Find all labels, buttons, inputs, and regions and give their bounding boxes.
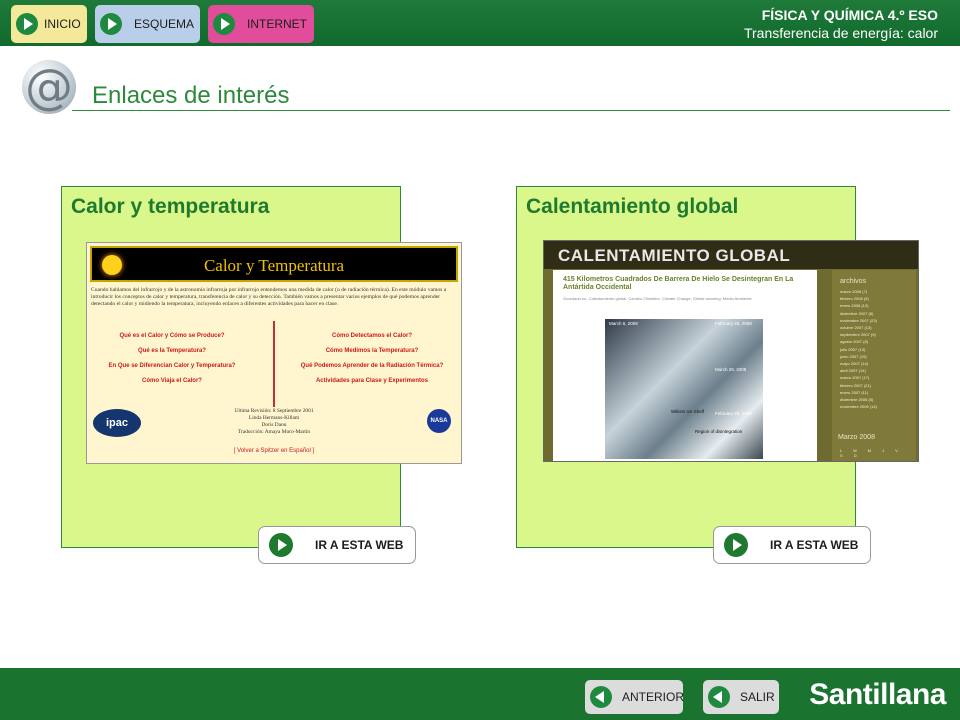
credit-line: Doris Daou — [261, 422, 287, 428]
image-label: Wilkins Ice Shelf — [671, 409, 705, 414]
back-arrow-icon — [708, 686, 730, 708]
archive-item: noviembre 2006 (14) — [840, 404, 877, 410]
archive-item: octubre 2007 (13) — [840, 325, 872, 331]
archive-item: junio 2007 (19) — [840, 353, 867, 359]
go-to-web-label: IR A ESTA WEB — [770, 538, 859, 552]
at-sign-icon: @ — [22, 59, 76, 115]
image-label: March 6, 2008 — [609, 321, 638, 326]
archive-item: mayo 2007 (14) — [840, 361, 869, 367]
preview-link: Actividades para Clase y Experimentos — [315, 378, 429, 384]
image-label: February 29, 2008 — [715, 411, 752, 416]
archive-item: enero 2008 (10) — [840, 303, 869, 309]
internet-label: INTERNET — [247, 17, 307, 31]
go-to-web-button[interactable]: IR A ESTA WEB — [258, 526, 416, 564]
preview-intro: Cuando hablamos del infrarrojo y de la a… — [91, 287, 447, 307]
preview-back-link: [ Volver a Spitzer en Español ] — [233, 448, 315, 454]
image-label: March 29, 2008 — [715, 367, 747, 372]
credit-line: Linda Hermans-Killam — [248, 415, 300, 421]
archive-item: diciembre 2006 (5) — [840, 397, 874, 403]
website-preview-calentamiento: CALENTAMIENTO GLOBAL 415 Kilometros Cuad… — [543, 240, 919, 462]
play-arrow-icon — [100, 13, 122, 35]
preview-header: Calor y Temperatura — [90, 246, 458, 282]
back-arrow-icon — [590, 686, 612, 708]
archive-title: archivos — [840, 278, 867, 285]
archive-item: julio 2007 (13) — [840, 346, 866, 352]
calendar-days: L M M J V S D — [840, 448, 903, 458]
archive-item: febrero 2008 (9) — [840, 296, 869, 302]
thermometer-icon — [273, 321, 275, 407]
archive-item: enero 2007 (11) — [840, 389, 869, 395]
play-arrow-icon — [724, 533, 748, 557]
esquema-label: ESQUEMA — [134, 17, 195, 31]
archive-item: diciembre 2007 (8) — [840, 310, 874, 316]
preview-post-title: 415 Kilometros Cuadrados De Barrera De H… — [563, 276, 794, 291]
title-divider — [72, 110, 950, 111]
archive-item: septiembre 2007 (9) — [840, 332, 876, 338]
preview-site-title: Calor y Temperatura — [203, 256, 345, 275]
santillana-logo: Santillana — [809, 678, 946, 711]
credit-line: Ultima Revisión: 8 Septiembre 2001 — [234, 408, 314, 414]
image-label: Region of disintegration — [695, 429, 743, 434]
course-header: FÍSICA Y QUÍMICA 4.º ESO Transferencia d… — [744, 7, 938, 41]
preview-link: En Que se Diferencian Calor y Temperatur… — [108, 363, 236, 369]
archive-item: noviembre 2007 (23) — [840, 317, 877, 323]
salir-button[interactable]: SALIR — [703, 680, 779, 714]
credit-line: Traducción: Amaya Moro-Martín — [237, 429, 311, 435]
preview-post: 415 Kilometros Cuadrados De Barrera De H… — [553, 270, 817, 461]
archive-item: marzo 2008 (7) — [840, 289, 868, 294]
calendar-title: Marzo 2008 — [838, 434, 875, 441]
page-title: Enlaces de interés — [92, 82, 290, 109]
esquema-button[interactable]: ESQUEMA — [95, 5, 200, 43]
preview-link: Cómo Medimos la Temperatura? — [325, 348, 419, 354]
preview-credits: Ultima Revisión: 8 Septiembre 2001 Linda… — [87, 408, 461, 436]
archive-item: agosto 2007 (8) — [840, 339, 869, 345]
satellite-image: March 6, 2008 February 28, 2008 March 29… — [605, 319, 763, 459]
topic-title: Transferencia de energía: calor — [743, 25, 938, 41]
archive-item: febrero 2007 (21) — [840, 382, 871, 388]
archive-list: marzo 2008 (7) febrero 2008 (9) enero 20… — [840, 288, 877, 410]
preview-link: Cómo Detectamos el Calor? — [331, 333, 413, 339]
internet-button[interactable]: INTERNET — [208, 5, 314, 43]
preview-site-title: CALENTAMIENTO GLOBAL — [558, 246, 791, 265]
preview-link: Qué Podemos Aprender de la Radiación Tér… — [300, 363, 444, 369]
course-title: FÍSICA Y QUÍMICA 4.º ESO — [761, 7, 938, 23]
preview-header: CALENTAMIENTO GLOBAL — [544, 241, 918, 269]
preview-link: Qué es la Temperatura? — [138, 348, 206, 354]
card-title: Calentamiento global — [526, 195, 739, 218]
anterior-label: ANTERIOR — [622, 690, 685, 704]
card-title: Calor y temperatura — [71, 195, 270, 218]
play-arrow-icon — [269, 533, 293, 557]
preview-link: Cómo Viaja el Calor? — [142, 378, 202, 384]
inicio-button[interactable]: INICIO — [11, 5, 87, 43]
preview-post-meta: Guardado en: Calentamiento global, Cambi… — [563, 296, 752, 301]
website-preview-calor: Calor y Temperatura Cuando hablamos del … — [86, 242, 462, 464]
image-label: February 28, 2008 — [715, 321, 752, 326]
go-to-web-button[interactable]: IR A ESTA WEB — [713, 526, 871, 564]
preview-link: Qué es el Calor y Cómo se Produce? — [119, 333, 225, 339]
archive-item: marzo 2007 (17) — [840, 375, 870, 381]
play-arrow-icon — [16, 13, 38, 35]
preview-sidebar: archivos marzo 2008 (7) febrero 2008 (9)… — [832, 270, 916, 461]
play-arrow-icon — [213, 13, 235, 35]
go-to-web-label: IR A ESTA WEB — [315, 538, 404, 552]
inicio-label: INICIO — [44, 17, 81, 31]
salir-label: SALIR — [740, 690, 775, 704]
anterior-button[interactable]: ANTERIOR — [585, 680, 685, 714]
archive-item: abril 2007 (14) — [840, 368, 866, 374]
